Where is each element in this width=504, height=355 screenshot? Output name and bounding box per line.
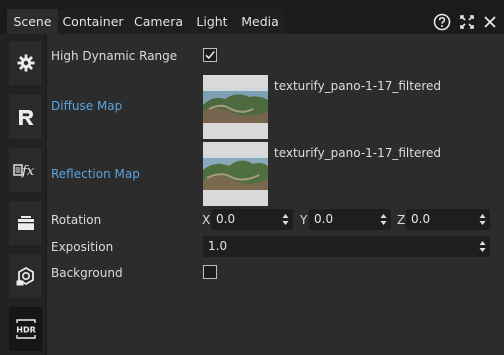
help-icon[interactable]: [433, 13, 451, 31]
r-logo-icon: [18, 110, 33, 125]
exposition-input[interactable]: 1.0: [203, 236, 490, 257]
rotation-y-input[interactable]: 0.0: [309, 209, 391, 230]
spinner-arrows-icon[interactable]: [479, 213, 486, 226]
sidebar-item-containers[interactable]: [9, 201, 42, 245]
container-icon: [17, 216, 34, 230]
sidebar: fx HDR: [0, 34, 46, 355]
reflection-map-label[interactable]: Reflection Map: [51, 167, 140, 181]
spinner-arrows-icon[interactable]: [282, 213, 289, 226]
rotation-y-value: 0.0: [314, 212, 334, 226]
sidebar-item-hdr[interactable]: HDR: [9, 307, 42, 351]
background-label: Background: [51, 266, 123, 280]
panorama-thumbnail-image: [203, 142, 268, 206]
rotation-label: Rotation: [51, 213, 102, 227]
rotation-z-value: 0.0: [411, 212, 431, 226]
sidebar-item-cameras[interactable]: [9, 254, 42, 298]
tab-light[interactable]: Light: [189, 9, 235, 34]
diffuse-map-thumbnail[interactable]: [203, 75, 268, 139]
sidebar-item-settings[interactable]: [9, 41, 42, 85]
fx-icon: fx: [12, 164, 35, 179]
close-icon[interactable]: [481, 13, 499, 31]
tab-bar: Scene Container Camera Light Media: [0, 0, 504, 34]
hdr-checkbox[interactable]: [203, 48, 217, 62]
tab-media[interactable]: Media: [235, 9, 285, 34]
reflection-map-thumbnail[interactable]: [203, 142, 268, 206]
rotation-x-value: 0.0: [216, 212, 236, 226]
spinner-arrows-icon[interactable]: [479, 240, 486, 253]
expand-icon[interactable]: [458, 13, 476, 31]
svg-text:HDR: HDR: [16, 326, 36, 335]
tab-container[interactable]: Container: [58, 9, 128, 34]
rotation-x-input[interactable]: 0.0: [211, 209, 293, 230]
camera-box-icon: [16, 266, 34, 286]
tab-camera[interactable]: Camera: [128, 9, 189, 34]
check-icon: [205, 51, 215, 60]
diffuse-map-filename: texturify_pano-1-17_filtered: [274, 79, 442, 93]
rotation-y-axis-label: Y: [300, 213, 308, 227]
exposition-value: 1.0: [208, 239, 228, 253]
sidebar-item-effects[interactable]: fx: [9, 148, 42, 192]
rotation-x-axis-label: X: [202, 213, 211, 227]
gear-icon: [17, 54, 34, 72]
background-checkbox[interactable]: [203, 265, 217, 279]
hdr-label: High Dynamic Range: [51, 49, 178, 63]
exposition-label: Exposition: [51, 240, 114, 254]
rotation-z-axis-label: Z: [397, 213, 406, 227]
hdr-icon: HDR: [16, 319, 36, 339]
svg-text:fx: fx: [21, 164, 35, 179]
diffuse-map-label[interactable]: Diffuse Map: [51, 99, 122, 113]
rotation-z-input[interactable]: 0.0: [406, 209, 490, 230]
sidebar-item-render[interactable]: [9, 95, 42, 139]
panorama-thumbnail-image: [203, 75, 268, 139]
tab-scene[interactable]: Scene: [7, 9, 58, 34]
spinner-arrows-icon[interactable]: [380, 213, 387, 226]
reflection-map-filename: texturify_pano-1-17_filtered: [274, 146, 442, 160]
